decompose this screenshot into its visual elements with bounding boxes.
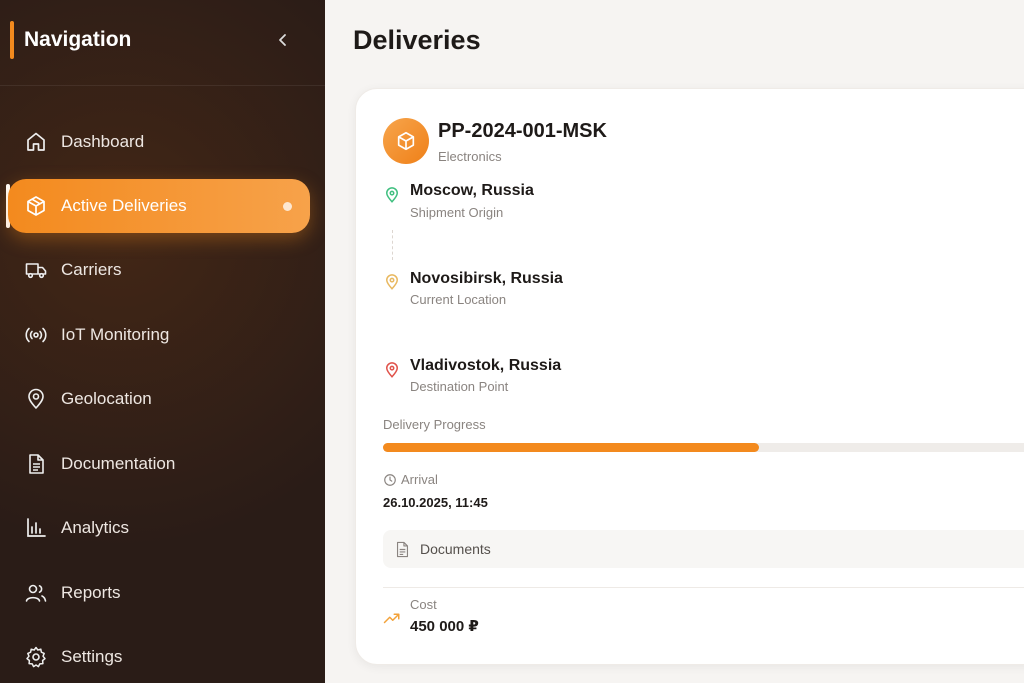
sidebar-item-label: Reports [61, 583, 121, 602]
active-dot [283, 202, 292, 211]
cost-value: 450 000 ₽ [410, 618, 479, 635]
destination-name: Vladivostok, Russia [410, 357, 562, 374]
documents-button[interactable]: Documents [383, 530, 1024, 568]
progress-fill [383, 443, 760, 452]
shipment-badge [383, 118, 429, 164]
destination-pin-icon [385, 362, 399, 378]
chevron-left-icon [279, 34, 286, 46]
sidebar-item-label: Analytics [61, 518, 130, 537]
users-icon [25, 584, 47, 602]
map-pin-icon [28, 388, 44, 409]
sidebar-item-label: Dashboard [61, 132, 145, 151]
home-icon [27, 132, 45, 151]
gear-icon [26, 646, 46, 668]
page-title: Deliveries [353, 25, 481, 55]
bar-chart-icon [27, 518, 46, 537]
arrival-value: 26.10.2025, 11:45 [383, 495, 488, 510]
origin-name: Moscow, Russia [410, 182, 534, 199]
route-line [392, 230, 393, 260]
origin-pin-icon [385, 187, 399, 203]
progress-label: Delivery Progress [383, 417, 486, 432]
sidebar-item-label: Documentation [61, 454, 176, 473]
divider [383, 587, 1024, 588]
sidebar-item-carriers[interactable]: Carriers [8, 243, 310, 297]
sidebar: Navigation Dashboard Active Deliveries C… [0, 0, 325, 683]
cost-label: Cost [410, 597, 437, 612]
sidebar-item-label: Settings [61, 647, 123, 666]
package-icon [397, 131, 415, 151]
arrival-label: Arrival [401, 472, 438, 487]
shipment-id: PP-2024-001-MSK [438, 120, 607, 142]
shipment-category: Electronics [438, 149, 502, 164]
sidebar-item-settings[interactable]: Settings [8, 630, 310, 683]
origin-label: Shipment Origin [410, 205, 504, 220]
sidebar-item-iot-monitoring[interactable]: IoT Monitoring [8, 308, 310, 362]
sidebar-item-label: Geolocation [61, 389, 152, 408]
progress-bar [383, 443, 1024, 452]
current-pin-icon [385, 274, 399, 290]
sidebar-item-geolocation[interactable]: Geolocation [8, 372, 310, 426]
sidebar-title: Navigation [24, 28, 132, 51]
sidebar-item-analytics[interactable]: Analytics [8, 501, 310, 555]
delivery-card[interactable] [355, 88, 1024, 665]
sidebar-accent-bar [10, 21, 14, 59]
sidebar-item-label: Active Deliveries [61, 196, 187, 215]
radio-signal-icon [25, 327, 47, 343]
current-location-label: Current Location [410, 292, 507, 307]
documents-label: Documents [420, 541, 491, 557]
sidebar-item-label: Carriers [61, 260, 122, 279]
sidebar-item-label: IoT Monitoring [61, 325, 170, 344]
sidebar-header: Navigation [0, 0, 325, 86]
destination-label: Destination Point [410, 379, 509, 394]
document-icon [396, 541, 409, 558]
sidebar-item-reports[interactable]: Reports [8, 566, 310, 620]
current-location-name: Novosibirsk, Russia [410, 270, 563, 287]
sidebar-item-documentation[interactable]: Documentation [8, 437, 310, 491]
package-icon [27, 196, 45, 216]
collapse-sidebar-button[interactable] [272, 28, 294, 52]
clock-icon [384, 474, 396, 486]
sidebar-item-dashboard[interactable]: Dashboard [8, 115, 310, 169]
sidebar-item-active-deliveries[interactable]: Active Deliveries [8, 179, 310, 233]
truck-icon [25, 263, 47, 279]
trending-up-icon [383, 613, 400, 624]
document-icon [29, 454, 44, 474]
